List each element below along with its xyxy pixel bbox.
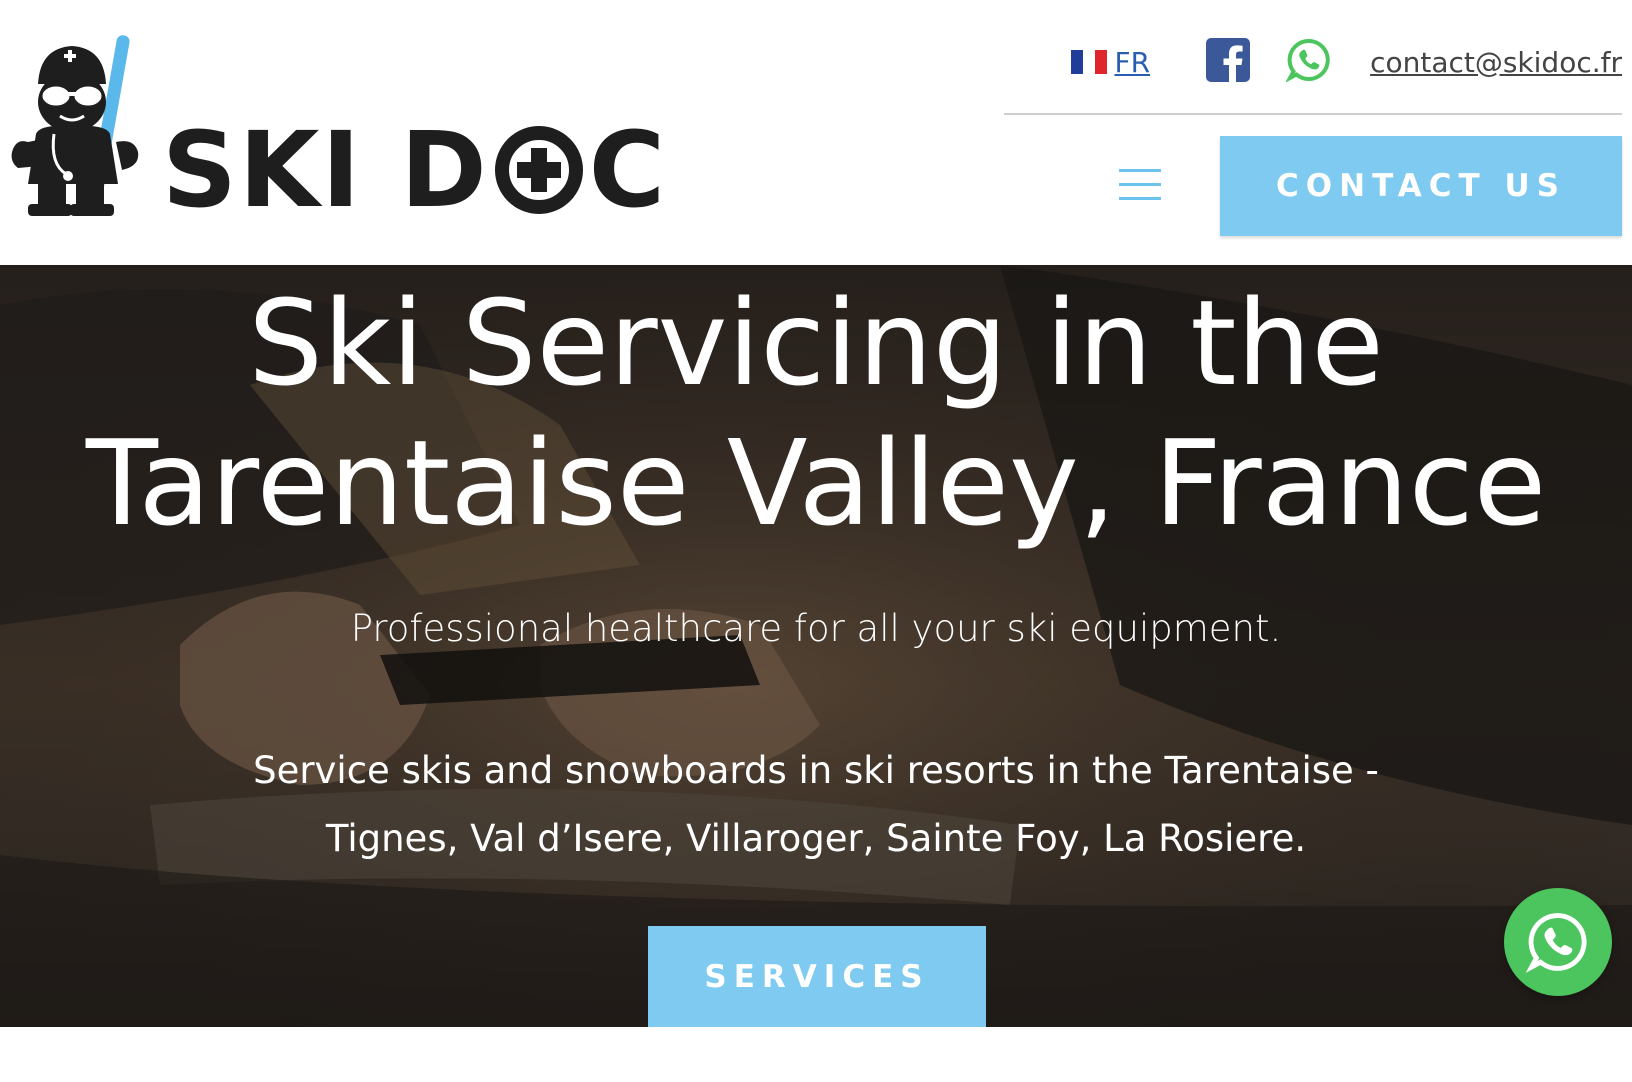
logo-text-end: C — [588, 109, 668, 231]
whatsapp-icon — [1526, 913, 1587, 973]
ski-doctor-mascot-icon — [11, 35, 139, 216]
site-logo[interactable]: SKI D C — [10, 34, 665, 224]
language-label: FR — [1114, 45, 1151, 79]
hero-description: Service skis and snowboards in ski resor… — [0, 737, 1632, 873]
email-link[interactable]: contact@skidoc.fr — [1370, 46, 1622, 79]
hero-section: Ski Servicing in the Tarentaise Valley, … — [0, 265, 1632, 1027]
medical-cross-o-icon — [494, 126, 583, 214]
whatsapp-floating-button[interactable] — [1504, 888, 1612, 996]
france-flag-icon — [1070, 50, 1107, 74]
site-header: SKI D C FR contact@skidoc.fr CONTACT US — [0, 0, 1632, 265]
hamburger-menu-icon[interactable] — [1119, 169, 1161, 201]
hero-title: Ski Servicing in the Tarentaise Valley, … — [0, 273, 1632, 553]
hero-title-line-2: Tarentaise Valley, France — [85, 414, 1547, 552]
language-switcher[interactable]: FR — [1070, 45, 1151, 79]
hero-subtitle: Professional healthcare for all your ski… — [350, 607, 1282, 650]
header-divider — [1004, 113, 1622, 115]
hero-description-line-1: Service skis and snowboards in ski resor… — [253, 749, 1379, 792]
topbar: FR contact@skidoc.fr — [1070, 30, 1622, 94]
services-button[interactable]: SERVICES — [648, 926, 986, 1027]
logo-text-start: SKI D — [162, 109, 489, 231]
logo-wordmark: SKI D C — [162, 118, 667, 222]
facebook-icon[interactable] — [1206, 38, 1251, 86]
hero-title-line-1: Ski Servicing in the — [248, 274, 1384, 412]
contact-us-button[interactable]: CONTACT US — [1220, 136, 1622, 236]
hero-description-line-2: Tignes, Val d’Isere, Villaroger, Sainte … — [325, 817, 1307, 860]
whatsapp-icon[interactable] — [1285, 37, 1332, 87]
